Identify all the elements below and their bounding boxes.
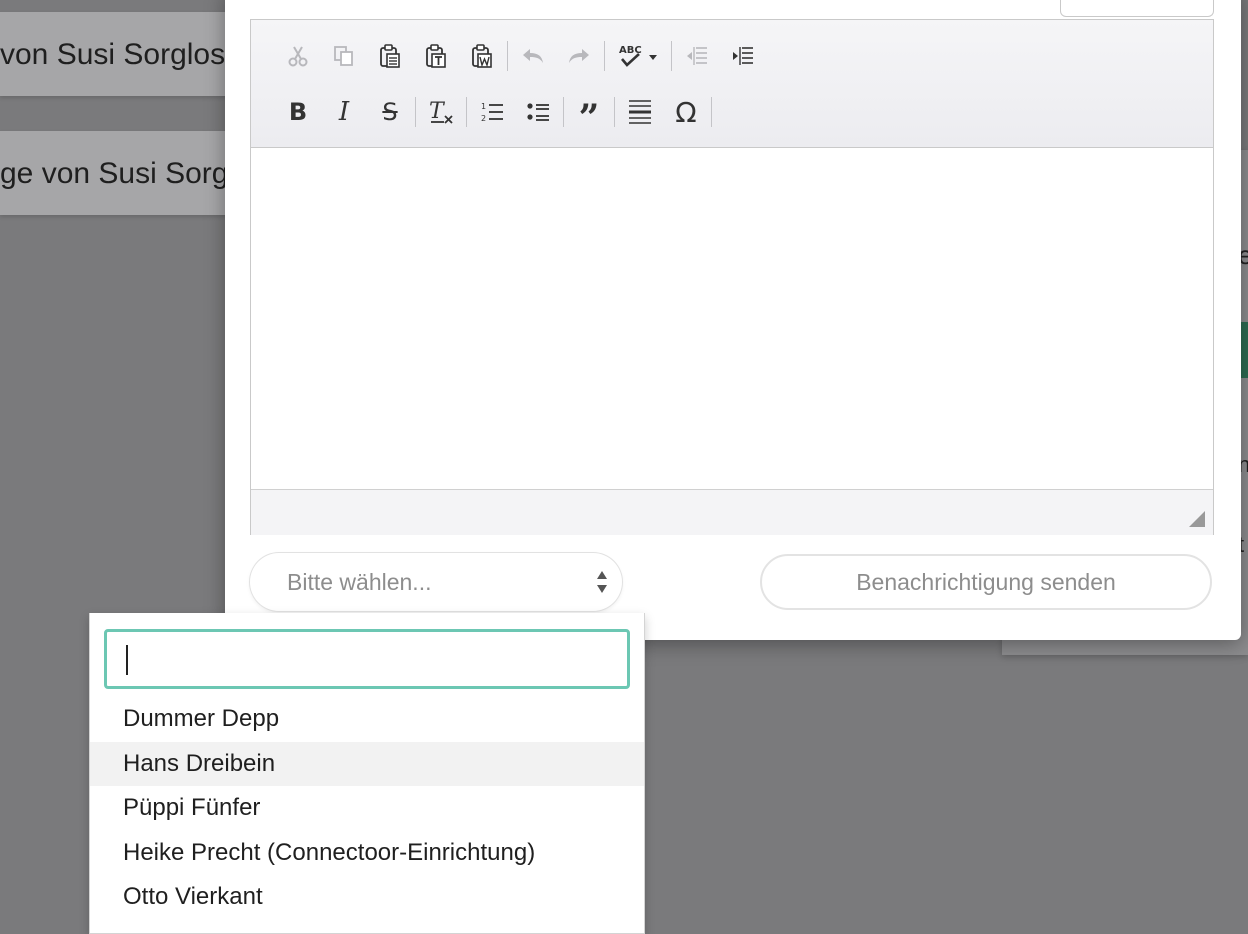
resize-grip-icon[interactable] — [1189, 511, 1205, 527]
copy-icon[interactable] — [321, 36, 367, 76]
dropdown-option[interactable]: Püppi Fünfer — [90, 786, 644, 831]
dropdown-option-highlighted[interactable]: Hans Dreibein — [90, 741, 644, 786]
dropdown-option[interactable]: Dummer Depp — [90, 697, 644, 742]
special-char-icon[interactable]: Ω — [663, 92, 709, 132]
blockquote-icon[interactable]: ” — [566, 92, 612, 139]
italic-icon[interactable]: I — [321, 92, 367, 132]
remove-format-icon[interactable]: T — [418, 92, 464, 132]
send-notification-button[interactable]: Benachrichtigung senden — [760, 554, 1212, 610]
background-card-2: ge von Susi Sorg — [0, 131, 232, 215]
outdent-icon[interactable] — [674, 36, 720, 76]
svg-text:T: T — [429, 100, 446, 124]
numbered-list-icon[interactable]: 12 — [469, 92, 515, 132]
paste-text-icon[interactable] — [413, 36, 459, 76]
text-cursor — [126, 645, 128, 675]
bulleted-list-icon[interactable] — [515, 92, 561, 132]
svg-text:2: 2 — [481, 114, 486, 123]
select-arrows-icon — [596, 570, 608, 600]
dropdown-search-input[interactable] — [104, 629, 630, 689]
rich-text-editor: ABC B I S T 12 ” Ω — [250, 19, 1214, 535]
recipient-select[interactable]: Bitte wählen... — [250, 553, 622, 611]
cut-icon[interactable] — [275, 36, 321, 76]
toolbar-separator — [614, 97, 615, 127]
svg-text:1: 1 — [481, 102, 486, 111]
paste-icon[interactable] — [367, 36, 413, 76]
toolbar-separator — [466, 97, 467, 127]
toolbar-row-2: B I S T 12 ” Ω — [275, 92, 714, 139]
recipient-dropdown: Dummer Depp Hans Dreibein Püppi Fünfer H… — [89, 613, 645, 934]
toolbar-separator — [671, 41, 672, 71]
spellcheck-icon[interactable]: ABC — [607, 36, 669, 76]
undo-icon[interactable] — [510, 36, 556, 76]
toolbar-separator — [711, 97, 712, 127]
dropdown-options-list: Dummer Depp Hans Dreibein Püppi Fünfer H… — [90, 697, 644, 920]
horizontal-line-icon[interactable] — [617, 92, 663, 132]
toolbar-separator — [563, 97, 564, 127]
background-card-1-text: von Susi Sorglos — [0, 38, 226, 71]
notification-modal: ABC B I S T 12 ” Ω Bitte wählen... Benac… — [225, 0, 1241, 640]
recipient-select-placeholder: Bitte wählen... — [287, 569, 432, 595]
toolbar-separator — [507, 41, 508, 71]
modal-top-button[interactable] — [1060, 0, 1214, 17]
strikethrough-icon[interactable]: S — [367, 92, 413, 132]
dropdown-option[interactable]: Otto Vierkant — [90, 875, 644, 920]
bold-icon[interactable]: B — [275, 92, 321, 132]
indent-icon[interactable] — [720, 36, 766, 76]
toolbar-row-1: ABC — [275, 36, 766, 76]
toolbar-separator — [415, 97, 416, 127]
paste-word-icon[interactable] — [459, 36, 505, 76]
dropdown-option[interactable]: Heike Precht (Connectoor-Einrichtung) — [90, 831, 644, 876]
editor-content-area[interactable] — [251, 148, 1213, 488]
redo-icon[interactable] — [556, 36, 602, 76]
toolbar-separator — [604, 41, 605, 71]
background-card-2-text: ge von Susi Sorg — [0, 157, 229, 190]
background-card-1: von Susi Sorglos — [0, 12, 232, 96]
editor-status-bar — [251, 489, 1213, 535]
editor-toolbar: ABC B I S T 12 ” Ω — [251, 20, 1213, 148]
